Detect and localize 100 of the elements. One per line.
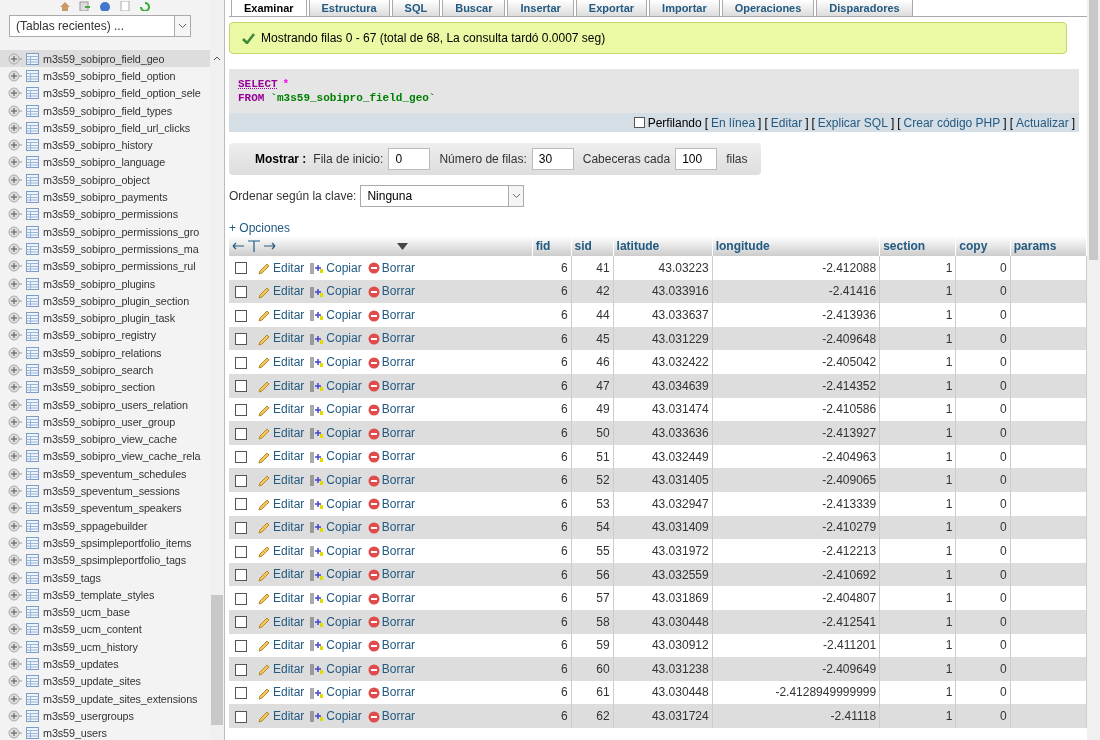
tab[interactable]: Exportar [575, 0, 648, 16]
expand-icon[interactable] [8, 519, 22, 532]
delete-link[interactable]: Borrar [381, 260, 416, 275]
delete-link[interactable]: Borrar [381, 520, 416, 535]
tab[interactable]: Insertar [507, 0, 574, 16]
expand-icon[interactable] [8, 52, 22, 65]
edit-link[interactable]: Editar [273, 496, 305, 511]
expand-icon[interactable] [8, 640, 22, 653]
expand-icon[interactable] [8, 139, 22, 152]
column-header[interactable]: params [1010, 236, 1087, 256]
sidebar-item[interactable]: m3s59_speventum_sessions [0, 482, 210, 500]
edit-link[interactable]: Editar [273, 708, 305, 723]
pencil-icon[interactable] [257, 356, 271, 370]
pencil-icon[interactable] [257, 379, 271, 393]
expand-icon[interactable] [8, 675, 22, 688]
delete-icon[interactable] [367, 309, 380, 322]
delete-link[interactable]: Borrar [381, 708, 416, 723]
expand-icon[interactable] [8, 260, 22, 273]
column-header[interactable]: fid [532, 236, 572, 256]
copy-icon[interactable] [310, 497, 325, 511]
edit-link[interactable]: Editar [273, 378, 305, 393]
column-resize-icon[interactable] [232, 240, 276, 252]
scrollbar-thumb[interactable] [1089, 0, 1098, 260]
delete-link[interactable]: Borrar [381, 472, 416, 487]
copy-link[interactable]: Copiar [326, 638, 362, 653]
sidebar-item[interactable]: m3s59_sppagebuilder [0, 517, 210, 535]
tab[interactable]: Importar [649, 0, 720, 16]
sidebar-item[interactable]: m3s59_sobipro_view_cache_rela [0, 447, 210, 466]
query-link[interactable]: En línea [711, 115, 756, 130]
sidebar-item[interactable]: m3s59_tags [0, 568, 210, 587]
expand-icon[interactable] [8, 294, 22, 307]
sidebar-item[interactable]: m3s59_sobipro_object [0, 171, 210, 189]
edit-link[interactable]: Editar [273, 307, 305, 322]
reload-icon[interactable] [139, 1, 151, 11]
copy-icon[interactable] [310, 663, 325, 677]
expand-icon[interactable] [8, 398, 22, 411]
delete-icon[interactable] [367, 404, 380, 416]
expand-icon[interactable] [8, 658, 22, 671]
row-checkbox[interactable] [235, 309, 247, 322]
copy-link[interactable]: Copiar [326, 260, 362, 275]
pencil-icon[interactable] [257, 545, 271, 559]
pencil-icon[interactable] [257, 450, 271, 464]
sidebar-item[interactable]: m3s59_sobipro_payments [0, 188, 210, 206]
delete-link[interactable]: Borrar [381, 638, 416, 653]
delete-icon[interactable] [367, 592, 380, 605]
sidebar-item[interactable]: m3s59_sobipro_plugin_section [0, 292, 210, 310]
row-checkbox[interactable] [235, 569, 247, 582]
delete-link[interactable]: Borrar [381, 567, 416, 582]
row-checkbox[interactable] [235, 663, 247, 676]
copy-link[interactable]: Copiar [326, 378, 362, 393]
expand-icon[interactable] [8, 606, 22, 619]
tab[interactable]: SQL [391, 0, 441, 16]
row-checkbox[interactable] [235, 474, 247, 487]
edit-link[interactable]: Editar [273, 449, 305, 464]
row-checkbox[interactable] [235, 451, 247, 464]
sidebar-item[interactable]: m3s59_ucm_base [0, 603, 210, 621]
edit-link[interactable]: Editar [273, 331, 305, 346]
sidebar-item[interactable]: m3s59_sobipro_section [0, 378, 210, 396]
row-checkbox[interactable] [235, 427, 247, 440]
delete-icon[interactable] [367, 498, 380, 511]
delete-icon[interactable] [367, 522, 380, 534]
column-header[interactable]: section [879, 236, 956, 256]
query-link[interactable]: Crear código PHP [903, 115, 1001, 130]
pencil-icon[interactable] [257, 710, 271, 724]
copy-icon[interactable] [310, 403, 325, 417]
sidebar-item[interactable]: m3s59_ucm_content [0, 620, 210, 639]
sidebar-item[interactable]: m3s59_sobipro_history [0, 136, 210, 154]
dropdown-triangle-icon[interactable] [397, 242, 408, 250]
sidebar-item[interactable]: m3s59_sobipro_field_geo [0, 50, 210, 68]
sidebar-item[interactable]: m3s59_sobipro_user_group [0, 413, 210, 431]
expand-icon[interactable] [8, 485, 22, 498]
delete-icon[interactable] [367, 262, 380, 275]
sidebar-item[interactable]: m3s59_sobipro_language [0, 153, 210, 172]
expand-icon[interactable] [8, 242, 22, 255]
expand-icon[interactable] [8, 277, 22, 290]
copy-icon[interactable] [310, 450, 325, 464]
help-icon[interactable] [99, 1, 111, 11]
scrollbar-thumb[interactable] [211, 595, 223, 725]
expand-icon[interactable] [8, 433, 22, 446]
pencil-icon[interactable] [257, 686, 271, 700]
row-checkbox[interactable] [235, 356, 247, 369]
expand-icon[interactable] [8, 156, 22, 169]
delete-icon[interactable] [367, 333, 380, 346]
copy-link[interactable]: Copiar [326, 496, 362, 511]
expand-icon[interactable] [8, 415, 22, 428]
pencil-icon[interactable] [257, 474, 271, 488]
sidebar-item[interactable]: m3s59_sobipro_plugins [0, 274, 210, 293]
pencil-icon[interactable] [257, 663, 271, 677]
copy-link[interactable]: Copiar [326, 449, 362, 464]
copy-icon[interactable] [310, 356, 325, 370]
delete-link[interactable]: Borrar [381, 378, 416, 393]
row-checkbox[interactable] [235, 262, 247, 275]
edit-link[interactable]: Editar [273, 260, 305, 275]
row-checkbox[interactable] [235, 286, 247, 299]
delete-icon[interactable] [367, 639, 380, 652]
copy-icon[interactable] [310, 545, 325, 559]
pencil-icon[interactable] [257, 497, 271, 511]
expand-icon[interactable] [8, 173, 22, 186]
sidebar-item[interactable]: m3s59_usergroups [0, 707, 210, 725]
edit-link[interactable]: Editar [273, 685, 305, 700]
